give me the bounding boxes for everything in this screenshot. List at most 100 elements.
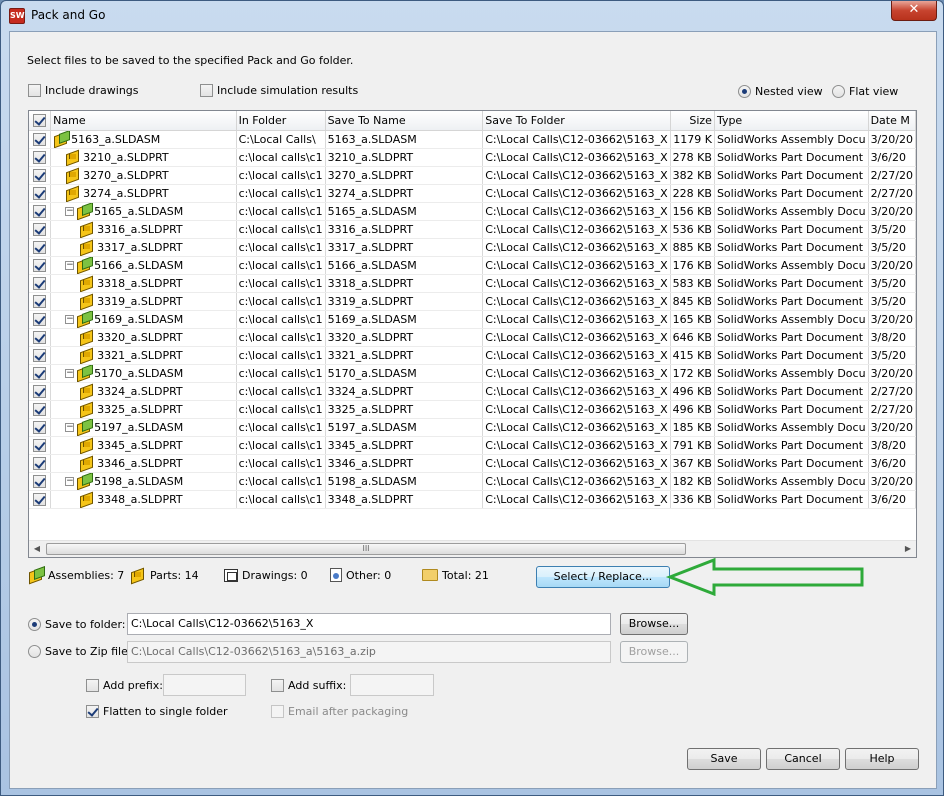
- nested-view-radio[interactable]: [738, 85, 751, 98]
- save-to-name-cell[interactable]: 5170_a.SLDASM: [325, 364, 484, 383]
- save-to-name-cell[interactable]: 3346_a.SLDPRT: [325, 454, 484, 473]
- add-suffix-option[interactable]: Add suffix:: [271, 679, 346, 692]
- row-checkbox-cell[interactable]: [29, 490, 52, 509]
- include-simulation-checkbox[interactable]: [200, 84, 213, 97]
- flat-view-option[interactable]: Flat view: [832, 85, 898, 98]
- row-checkbox-cell[interactable]: [29, 310, 52, 329]
- include-drawings-checkbox[interactable]: [28, 84, 41, 97]
- save-to-name-cell[interactable]: 3317_a.SLDPRT: [325, 238, 484, 257]
- save-to-folder-cell[interactable]: C:\Local Calls\C12-03662\5163_X: [482, 490, 671, 509]
- scroll-right-arrow-icon[interactable]: ▶: [901, 542, 915, 556]
- horizontal-scrollbar[interactable]: ◀ III ▶: [29, 540, 916, 557]
- table-row[interactable]: 3274_a.SLDPRT c:\local calls\c1 3274_a.SLD…: [29, 184, 916, 203]
- save-to-folder-cell[interactable]: C:\Local Calls\C12-03662\5163_X: [482, 418, 671, 437]
- row-checkbox[interactable]: [33, 384, 47, 398]
- save-to-folder-input[interactable]: C:\Local Calls\C12-03662\5163_X: [127, 613, 611, 635]
- close-button[interactable]: ✕: [891, 1, 937, 21]
- row-checkbox[interactable]: [33, 204, 47, 218]
- save-to-name-cell[interactable]: 5166_a.SLDASM: [325, 256, 484, 275]
- row-checkbox[interactable]: [33, 222, 47, 236]
- save-to-name-cell[interactable]: 5165_a.SLDASM: [325, 202, 484, 221]
- table-row[interactable]: 3210_a.SLDPRT c:\local calls\c1 3210_a.SLD…: [29, 148, 916, 167]
- save-to-folder-cell[interactable]: C:\Local Calls\C12-03662\5163_X: [482, 400, 671, 419]
- add-suffix-input[interactable]: [350, 674, 434, 696]
- row-checkbox-cell[interactable]: [29, 328, 52, 347]
- save-to-name-cell[interactable]: 3325_a.SLDPRT: [325, 400, 484, 419]
- table-row[interactable]: 3319_a.SLDPRT c:\local calls\c1 3319_a.SLD…: [29, 292, 916, 311]
- row-checkbox[interactable]: [33, 150, 47, 164]
- table-row[interactable]: 3346_a.SLDPRT c:\local calls\c1 3346_a.SLD…: [29, 454, 916, 473]
- nested-view-option[interactable]: Nested view: [738, 85, 823, 98]
- row-checkbox-cell[interactable]: [29, 130, 52, 149]
- column-header-date-modified[interactable]: Date M: [868, 111, 916, 131]
- table-row[interactable]: 3325_a.SLDPRT c:\local calls\c1 3325_a.SLD…: [29, 400, 916, 419]
- row-checkbox-cell[interactable]: [29, 166, 52, 185]
- column-header-save-to-folder[interactable]: Save To Folder: [482, 111, 671, 131]
- table-row[interactable]: 3320_a.SLDPRT c:\local calls\c1 3320_a.SLD…: [29, 328, 916, 347]
- save-to-folder-cell[interactable]: C:\Local Calls\C12-03662\5163_X: [482, 346, 671, 365]
- add-prefix-input[interactable]: [163, 674, 246, 696]
- row-checkbox-cell[interactable]: [29, 472, 52, 491]
- row-checkbox[interactable]: [33, 474, 47, 488]
- save-to-folder-cell[interactable]: C:\Local Calls\C12-03662\5163_X: [482, 382, 671, 401]
- table-row[interactable]: −5197_a.SLDASM c:\local calls\c1 5197_a.SL…: [29, 418, 916, 437]
- title-bar[interactable]: SW Pack and Go ✕: [1, 1, 943, 31]
- row-checkbox-cell[interactable]: [29, 238, 52, 257]
- save-to-folder-cell[interactable]: C:\Local Calls\C12-03662\5163_X: [482, 364, 671, 383]
- save-to-name-cell[interactable]: 3348_a.SLDPRT: [325, 490, 484, 509]
- row-checkbox-cell[interactable]: [29, 436, 52, 455]
- save-to-folder-cell[interactable]: C:\Local Calls\C12-03662\5163_X: [482, 292, 671, 311]
- table-row[interactable]: 3316_a.SLDPRT c:\local calls\c1 3316_a.SLD…: [29, 220, 916, 239]
- row-checkbox[interactable]: [33, 420, 47, 434]
- row-checkbox[interactable]: [33, 294, 47, 308]
- row-checkbox[interactable]: [33, 492, 47, 506]
- row-checkbox-cell[interactable]: [29, 256, 52, 275]
- column-header-type[interactable]: Type: [714, 111, 869, 131]
- save-to-folder-radio[interactable]: [28, 618, 41, 631]
- save-to-folder-cell[interactable]: C:\Local Calls\C12-03662\5163_X: [482, 472, 671, 491]
- include-drawings-option[interactable]: Include drawings: [28, 84, 139, 97]
- row-checkbox-cell[interactable]: [29, 364, 52, 383]
- save-to-name-cell[interactable]: 5163_a.SLDASM: [325, 130, 484, 149]
- browse-zip-button[interactable]: Browse...: [620, 641, 688, 663]
- collapse-toggle-icon[interactable]: −: [65, 206, 75, 216]
- row-checkbox[interactable]: [33, 456, 47, 470]
- flat-view-radio[interactable]: [832, 85, 845, 98]
- table-row[interactable]: 3321_a.SLDPRT c:\local calls\c1 3321_a.SLD…: [29, 346, 916, 365]
- include-simulation-option[interactable]: Include simulation results: [200, 84, 358, 97]
- row-checkbox[interactable]: [33, 132, 47, 146]
- help-button[interactable]: Help: [845, 748, 919, 770]
- save-to-folder-cell[interactable]: C:\Local Calls\C12-03662\5163_X: [482, 256, 671, 275]
- save-to-folder-cell[interactable]: C:\Local Calls\C12-03662\5163_X: [482, 328, 671, 347]
- scroll-left-arrow-icon[interactable]: ◀: [30, 542, 44, 556]
- collapse-toggle-icon[interactable]: −: [65, 260, 75, 270]
- browse-folder-button[interactable]: Browse...: [620, 613, 688, 635]
- save-to-folder-cell[interactable]: C:\Local Calls\C12-03662\5163_X: [482, 130, 671, 149]
- row-checkbox-cell[interactable]: [29, 400, 52, 419]
- table-row[interactable]: 3318_a.SLDPRT c:\local calls\c1 3318_a.SLD…: [29, 274, 916, 293]
- table-row[interactable]: 3324_a.SLDPRT c:\local calls\c1 3324_a.SLD…: [29, 382, 916, 401]
- add-prefix-option[interactable]: Add prefix:: [86, 679, 163, 692]
- table-row[interactable]: 3348_a.SLDPRT c:\local calls\c1 3348_a.SLD…: [29, 490, 916, 509]
- add-prefix-checkbox[interactable]: [86, 679, 99, 692]
- table-row[interactable]: −5169_a.SLDASM c:\local calls\c1 5169_a.SL…: [29, 310, 916, 329]
- table-row[interactable]: −5166_a.SLDASM c:\local calls\c1 5166_a.SL…: [29, 256, 916, 275]
- row-checkbox-cell[interactable]: [29, 220, 52, 239]
- column-header-in-folder[interactable]: In Folder: [236, 111, 326, 131]
- row-checkbox[interactable]: [33, 348, 47, 362]
- save-to-name-cell[interactable]: 3274_a.SLDPRT: [325, 184, 484, 203]
- save-to-zip-radio[interactable]: [28, 645, 41, 658]
- save-to-folder-cell[interactable]: C:\Local Calls\C12-03662\5163_X: [482, 148, 671, 167]
- column-header-save-to-name[interactable]: Save To Name: [325, 111, 484, 131]
- save-to-name-cell[interactable]: 3318_a.SLDPRT: [325, 274, 484, 293]
- table-row[interactable]: 3345_a.SLDPRT c:\local calls\c1 3345_a.SLD…: [29, 436, 916, 455]
- row-checkbox-cell[interactable]: [29, 274, 52, 293]
- save-to-zip-option[interactable]: Save to Zip file:: [28, 645, 132, 658]
- save-to-name-cell[interactable]: 3324_a.SLDPRT: [325, 382, 484, 401]
- row-checkbox-cell[interactable]: [29, 184, 52, 203]
- flatten-checkbox[interactable]: [86, 705, 99, 718]
- row-checkbox[interactable]: [33, 168, 47, 182]
- row-checkbox[interactable]: [33, 312, 47, 326]
- save-to-name-cell[interactable]: 3319_a.SLDPRT: [325, 292, 484, 311]
- row-checkbox[interactable]: [33, 402, 47, 416]
